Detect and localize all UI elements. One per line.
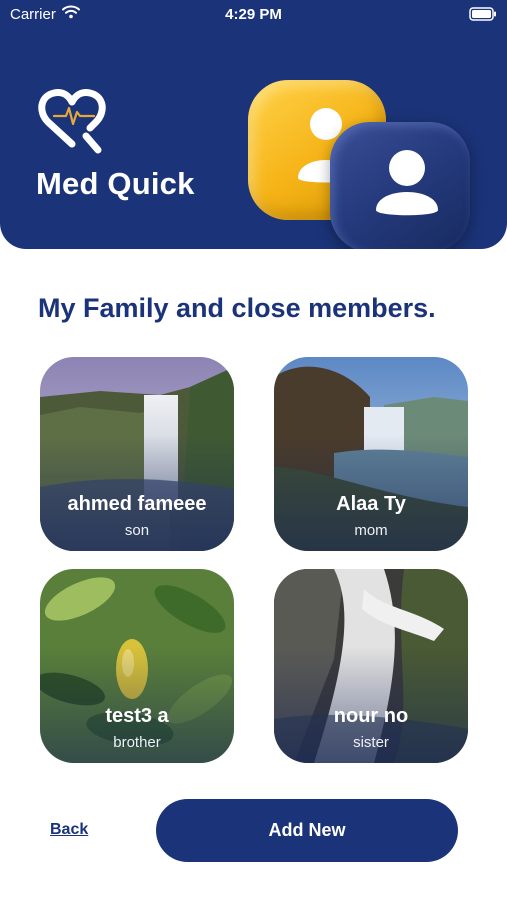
member-name: nour no [333, 705, 409, 727]
status-bar: Carrier 4:29 PM [0, 0, 507, 30]
user-profile-3d-icon [330, 122, 470, 249]
member-name: ahmed fameee [67, 493, 207, 515]
member-name: test3 a [105, 705, 169, 727]
add-new-button[interactable]: Add New [156, 799, 458, 862]
member-card[interactable]: nour no sister [274, 569, 468, 763]
status-time: 4:29 PM [225, 6, 282, 23]
member-relation: son [124, 522, 150, 539]
member-relation: brother [113, 734, 161, 751]
brand-name: Med Quick [36, 166, 195, 201]
back-link[interactable]: Back [50, 821, 88, 839]
app-header: Carrier 4:29 PM Med Quick [0, 0, 507, 249]
member-card[interactable]: Alaa Ty mom [274, 357, 468, 551]
member-relation: sister [353, 734, 389, 751]
member-name: Alaa Ty [336, 493, 406, 515]
member-relation: mom [354, 522, 388, 539]
page-title: My Family and close members. [38, 293, 436, 323]
member-card[interactable]: test3 a brother [40, 569, 234, 763]
battery-icon [469, 7, 496, 21]
heart-pulse-logo-icon [38, 89, 106, 154]
member-card[interactable]: ahmed fameee son [40, 357, 234, 551]
